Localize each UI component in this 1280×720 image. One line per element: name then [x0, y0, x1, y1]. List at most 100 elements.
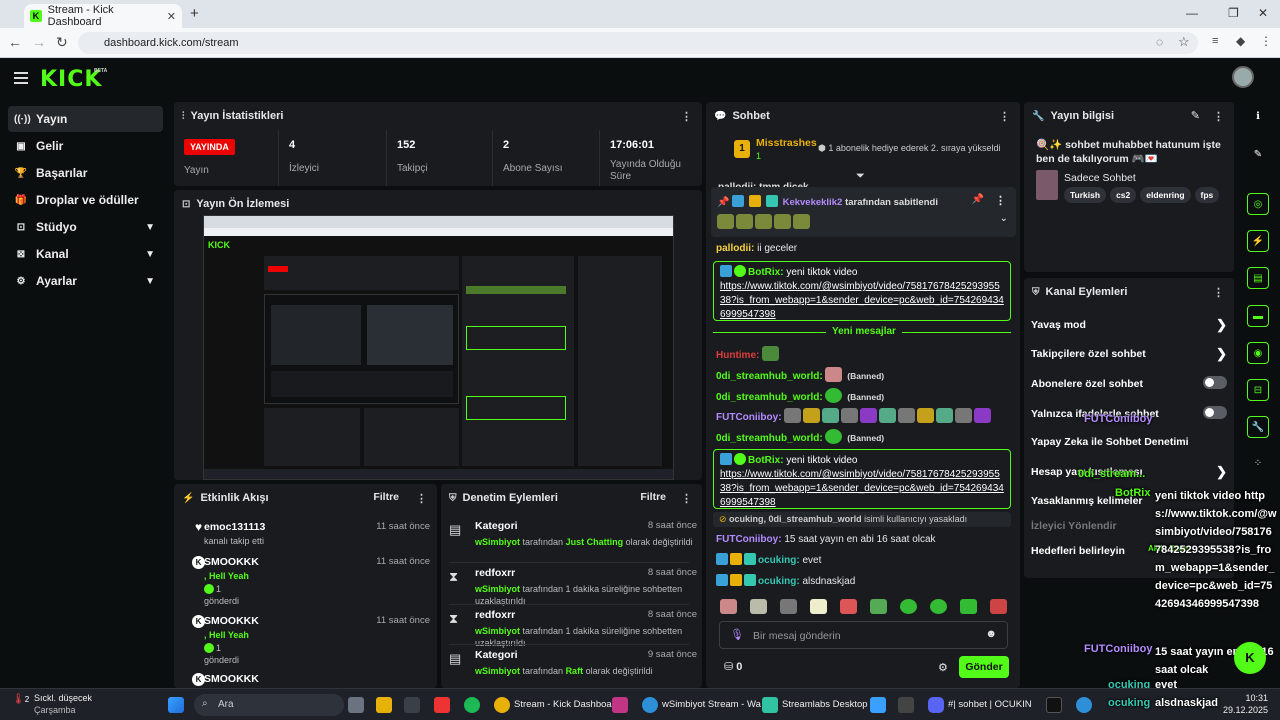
more-options-icon[interactable]: ⋮ — [681, 110, 692, 123]
streamlabs-icon[interactable] — [762, 697, 778, 713]
edit-icon[interactable]: ✎ — [1191, 109, 1200, 122]
extension-icon[interactable]: ◆ — [1236, 34, 1245, 48]
chat-settings-icon[interactable]: ⚙ — [938, 661, 948, 674]
more-options-icon[interactable]: ⋮ — [1213, 110, 1224, 123]
emote-icon[interactable] — [780, 599, 797, 614]
camera-icon[interactable]: ◎ — [1247, 193, 1269, 215]
browser-menu-icon[interactable]: ⋮ — [1260, 34, 1272, 48]
sidebar-item-studio[interactable]: ⊡ Stüdyo ▼ — [8, 214, 163, 240]
ai-moderation-option[interactable]: Yapay Zeka ile Sohbet Denetimi — [1031, 436, 1227, 448]
windows-start-icon[interactable] — [168, 697, 184, 713]
stream-preview-video[interactable]: KICK — [203, 215, 674, 480]
emote-icon[interactable] — [750, 599, 767, 614]
collapse-icon[interactable]: ⏷ — [856, 170, 865, 183]
tag-chip[interactable]: cs2 — [1110, 187, 1137, 203]
more-options-icon[interactable]: ⋮ — [999, 110, 1010, 123]
spotify-icon[interactable] — [464, 697, 480, 713]
tag-chip[interactable]: Turkish — [1064, 187, 1107, 203]
tiktok-link[interactable]: https://www.tiktok.com/@wsimbiyot/video/… — [720, 281, 1004, 320]
taskbar-app-label[interactable]: Stream - Kick Dashboar — [514, 699, 615, 710]
wrench-icon[interactable]: 🔧 — [1247, 416, 1269, 438]
back-icon[interactable]: ← — [8, 34, 22, 50]
sidebar-item-stream[interactable]: ((·)) Yayın — [8, 106, 163, 132]
taskbar-app-label[interactable]: wSimbiyot Stream - Wa — [662, 699, 761, 710]
reading-list-icon[interactable]: ≡ — [1212, 35, 1218, 47]
tag-chip[interactable]: fps — [1194, 187, 1220, 203]
emote-icon[interactable] — [990, 599, 1007, 614]
info-icon[interactable]: ℹ — [1247, 106, 1269, 128]
emote-icon[interactable] — [720, 599, 737, 614]
layout-icon[interactable]: ⊟ — [1247, 379, 1269, 401]
activity-filter-button[interactable]: Filtre — [373, 491, 399, 503]
reload-icon[interactable]: ↻ — [56, 34, 68, 51]
app-icon[interactable] — [898, 697, 914, 713]
more-options-icon[interactable]: ⋮ — [995, 194, 1006, 207]
category-name[interactable]: Sadece Sohbet — [1064, 172, 1136, 184]
store-icon[interactable] — [404, 697, 420, 713]
minimize-icon[interactable]: — — [1186, 6, 1198, 20]
toggle-switch[interactable] — [1203, 406, 1227, 419]
weather-text[interactable]: Sıckl. düşecek — [34, 693, 92, 703]
tiktok-link[interactable]: https://www.tiktok.com/@wsimbiyot/video/… — [720, 469, 1004, 508]
notes-icon[interactable]: ▤ — [1247, 267, 1269, 289]
bookmark-star-icon[interactable]: ☆ — [1178, 34, 1190, 50]
app-icon[interactable] — [1076, 697, 1092, 713]
more-options-icon[interactable]: ⋮ — [681, 492, 692, 505]
task-view-icon[interactable] — [348, 697, 364, 713]
apps-icon[interactable]: ⁘ — [1247, 453, 1269, 475]
discord-icon[interactable] — [928, 697, 944, 713]
sidebar-item-channel[interactable]: ⊠ Kanal ▼ — [8, 241, 163, 267]
subscribers-only-option[interactable]: Abonelere özel sohbet — [1031, 376, 1227, 390]
emote-icon[interactable] — [840, 599, 857, 614]
user-avatar[interactable] — [1232, 66, 1254, 88]
chrome-icon[interactable] — [494, 697, 510, 713]
tag-chip[interactable]: eldenring — [1140, 187, 1191, 203]
sidebar-item-achievements[interactable]: 🏆 Başarılar — [8, 160, 163, 186]
unpin-icon[interactable]: 📌 — [972, 194, 984, 205]
more-options-icon[interactable]: ⋮ — [416, 492, 427, 505]
browser-tab[interactable]: K Stream - Kick Dashboard ✕ — [24, 4, 182, 28]
taskbar-app-label[interactable]: Streamlabs Desktop — [782, 699, 868, 710]
emote-icon[interactable] — [930, 599, 947, 614]
emote-icon[interactable] — [960, 599, 977, 614]
sidebar-item-drops[interactable]: 🎁 Droplar ve ödüller — [8, 187, 163, 213]
eye-off-icon[interactable]: ◌ — [1156, 35, 1163, 49]
pencil-icon[interactable]: ✎ — [1247, 144, 1269, 166]
category-thumbnail[interactable] — [1036, 170, 1058, 200]
taskbar-search[interactable]: ⌕ Ara — [194, 694, 344, 716]
file-explorer-icon[interactable] — [376, 697, 392, 713]
chevron-down-icon[interactable]: ⌄ — [1000, 213, 1008, 224]
tiktok-icon[interactable] — [1046, 697, 1062, 713]
emote-icon[interactable] — [870, 599, 887, 614]
hamburger-menu-icon[interactable] — [14, 72, 28, 84]
chat-input[interactable]: 🎙 Bir mesaj gönderin ☻ — [719, 621, 1008, 649]
forward-icon[interactable]: → — [32, 34, 46, 50]
toggle-switch[interactable] — [1203, 376, 1227, 389]
points-display[interactable]: ⛁ 0 — [724, 660, 742, 673]
maximize-icon[interactable]: ❐ — [1228, 6, 1239, 20]
close-tab-icon[interactable]: ✕ — [167, 10, 176, 23]
followers-only-option[interactable]: Takipçilere özel sohbet ❯ — [1031, 346, 1227, 361]
emote-icon[interactable] — [810, 599, 827, 614]
emoji-icon[interactable]: ☻ — [985, 628, 997, 640]
sidebar-item-revenue[interactable]: ▣ Gelir — [8, 133, 163, 159]
moderation-filter-button[interactable]: Filtre — [640, 491, 666, 503]
more-options-icon[interactable]: ⋮ — [1213, 286, 1224, 299]
send-button[interactable]: Gönder — [959, 656, 1009, 678]
lightning-icon[interactable]: ⚡ — [1247, 230, 1269, 252]
edge-icon[interactable] — [642, 697, 658, 713]
slow-mode-option[interactable]: Yavaş mod ❯ — [1031, 317, 1227, 332]
app-icon[interactable] — [870, 697, 886, 713]
sidebar-item-settings[interactable]: ⚙ Ayarlar ▼ — [8, 268, 163, 294]
url-input[interactable]: dashboard.kick.com/stream — [78, 32, 1198, 54]
chat-bubble-icon[interactable]: ▬ — [1247, 305, 1269, 327]
emote-icon[interactable] — [900, 599, 917, 614]
clock-date[interactable]: 29.12.2025 — [1210, 705, 1268, 715]
microphone-icon[interactable]: 🎙 — [730, 628, 744, 641]
taskbar-app-label[interactable]: #| sohbet | OCUKIN — [948, 699, 1032, 710]
window-close-icon[interactable]: ✕ — [1258, 6, 1268, 20]
instagram-icon[interactable] — [612, 697, 628, 713]
broadcast-icon[interactable]: ◉ — [1247, 342, 1269, 364]
youtube-icon[interactable] — [434, 697, 450, 713]
new-tab-icon[interactable]: + — [190, 5, 199, 22]
